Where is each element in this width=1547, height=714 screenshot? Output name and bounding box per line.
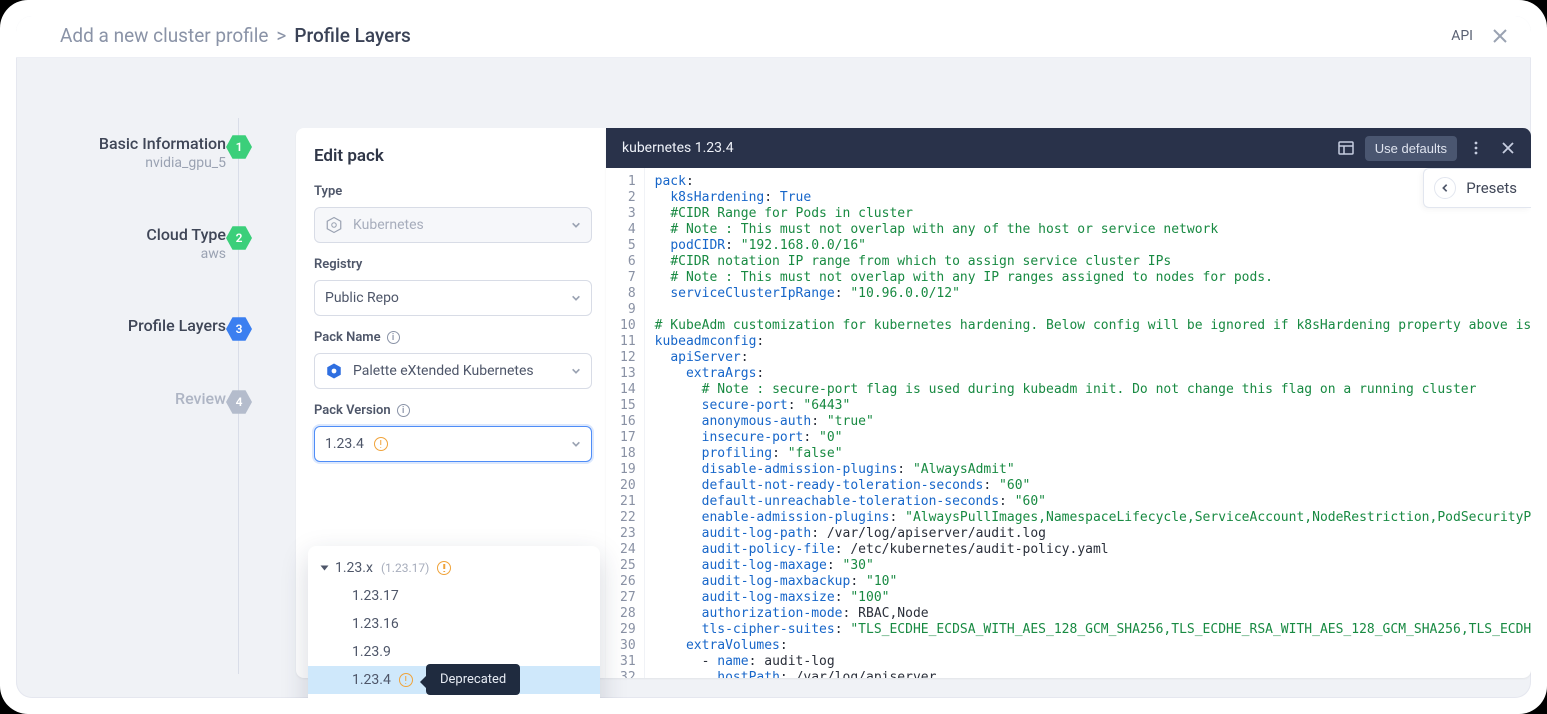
close-icon[interactable] (1491, 27, 1509, 45)
expand-icon (321, 566, 329, 571)
close-icon[interactable] (1495, 135, 1521, 161)
type-label: Type (314, 184, 592, 199)
version-group-sub: (1.23.17) (381, 561, 429, 575)
version-group[interactable]: 1.23.x (1.23.17) (308, 554, 600, 582)
registry-value: Public Repo (325, 290, 399, 306)
type-select: Kubernetes (314, 207, 592, 243)
packname-select[interactable]: Palette eXtended Kubernetes (314, 353, 592, 389)
step-number-badge: 3 (226, 316, 252, 342)
packversion-value: 1.23.4 (325, 436, 364, 452)
type-value: Kubernetes (353, 217, 424, 233)
deprecated-tooltip: Deprecated (426, 664, 520, 695)
version-option-label: 1.23.4 (352, 672, 391, 688)
chevron-left-icon (1434, 177, 1456, 199)
api-link[interactable]: API (1451, 28, 1473, 44)
breadcrumb-current: Profile Layers (294, 24, 410, 47)
panel-heading: Edit pack (314, 146, 592, 166)
step-number-badge: 2 (226, 225, 252, 251)
step-number-badge: 4 (226, 389, 252, 415)
version-option-label: 1.23.17 (352, 588, 399, 604)
breadcrumb-sep: > (276, 24, 286, 47)
version-option[interactable]: 1.23.9 (308, 638, 600, 666)
wizard-step[interactable]: Cloud Type aws 2 (16, 225, 296, 262)
packname-value: Palette eXtended Kubernetes (353, 363, 534, 379)
wizard-step[interactable]: Basic Information nvidia_gpu_5 1 (16, 134, 296, 171)
editor-header: kubernetes 1.23.4 Use defaults (606, 128, 1531, 168)
presets-label: Presets (1466, 179, 1517, 197)
packname-label: Pack Name i (314, 330, 592, 345)
chevron-down-icon (571, 439, 581, 449)
step-subtitle: nvidia_gpu_5 (16, 155, 226, 171)
use-defaults-button[interactable]: Use defaults (1365, 136, 1457, 161)
breadcrumb-parent[interactable]: Add a new cluster profile (60, 24, 268, 47)
version-option[interactable]: 1.23.17 (308, 582, 600, 610)
version-group[interactable]: 1.22.x (1.22.12) (308, 694, 600, 698)
registry-select[interactable]: Public Repo (314, 280, 592, 316)
more-icon[interactable] (1463, 135, 1489, 161)
version-group-label: 1.23.x (335, 560, 373, 576)
version-option[interactable]: 1.23.16 (308, 610, 600, 638)
code-area[interactable]: 1234567891011121314151617181920212223242… (606, 168, 1531, 678)
info-icon[interactable]: i (397, 404, 410, 417)
packversion-label: Pack Version i (314, 403, 592, 418)
info-icon[interactable]: i (387, 331, 400, 344)
kubernetes-icon (325, 216, 343, 234)
kubernetes-icon (325, 362, 343, 380)
step-title: Basic Information (16, 134, 226, 153)
code-editor: kubernetes 1.23.4 Use defaults (606, 128, 1531, 678)
warning-icon (374, 437, 388, 451)
step-title: Cloud Type (16, 225, 226, 244)
chevron-down-icon (571, 220, 581, 230)
breadcrumb: Add a new cluster profile > Profile Laye… (60, 24, 411, 47)
code-content[interactable]: pack: k8sHardening: True #CIDR Range for… (645, 168, 1531, 678)
version-option-label: 1.23.9 (352, 644, 391, 660)
registry-label: Registry (314, 257, 592, 272)
editor-title: kubernetes 1.23.4 (622, 140, 734, 156)
wizard-step[interactable]: Review 4 (16, 389, 296, 408)
step-number-badge: 1 (226, 134, 252, 160)
step-title: Profile Layers (16, 316, 226, 335)
version-option[interactable]: 1.23.4 Deprecated (308, 666, 600, 694)
step-subtitle: aws (16, 246, 226, 262)
packversion-dropdown[interactable]: 1.23.x (1.23.17) 1.23.17 1.23.16 1.23.9 … (308, 546, 600, 698)
chevron-down-icon (571, 293, 581, 303)
step-title: Review (16, 389, 226, 408)
edit-pack-panel: Edit pack Type Kubernetes Registry Publi… (296, 128, 606, 678)
layout-icon[interactable] (1333, 135, 1359, 161)
warning-icon (399, 673, 413, 687)
presets-toggle[interactable]: Presets (1423, 168, 1531, 208)
line-gutter: 1234567891011121314151617181920212223242… (606, 168, 645, 678)
chevron-down-icon (571, 366, 581, 376)
wizard-steps: Basic Information nvidia_gpu_5 1 Cloud T… (16, 58, 296, 694)
topbar: Add a new cluster profile > Profile Laye… (16, 16, 1531, 58)
wizard-step[interactable]: Profile Layers 3 (16, 316, 296, 335)
packversion-select[interactable]: 1.23.4 (314, 426, 592, 462)
warning-icon (437, 561, 451, 575)
version-option-label: 1.23.16 (352, 616, 399, 632)
